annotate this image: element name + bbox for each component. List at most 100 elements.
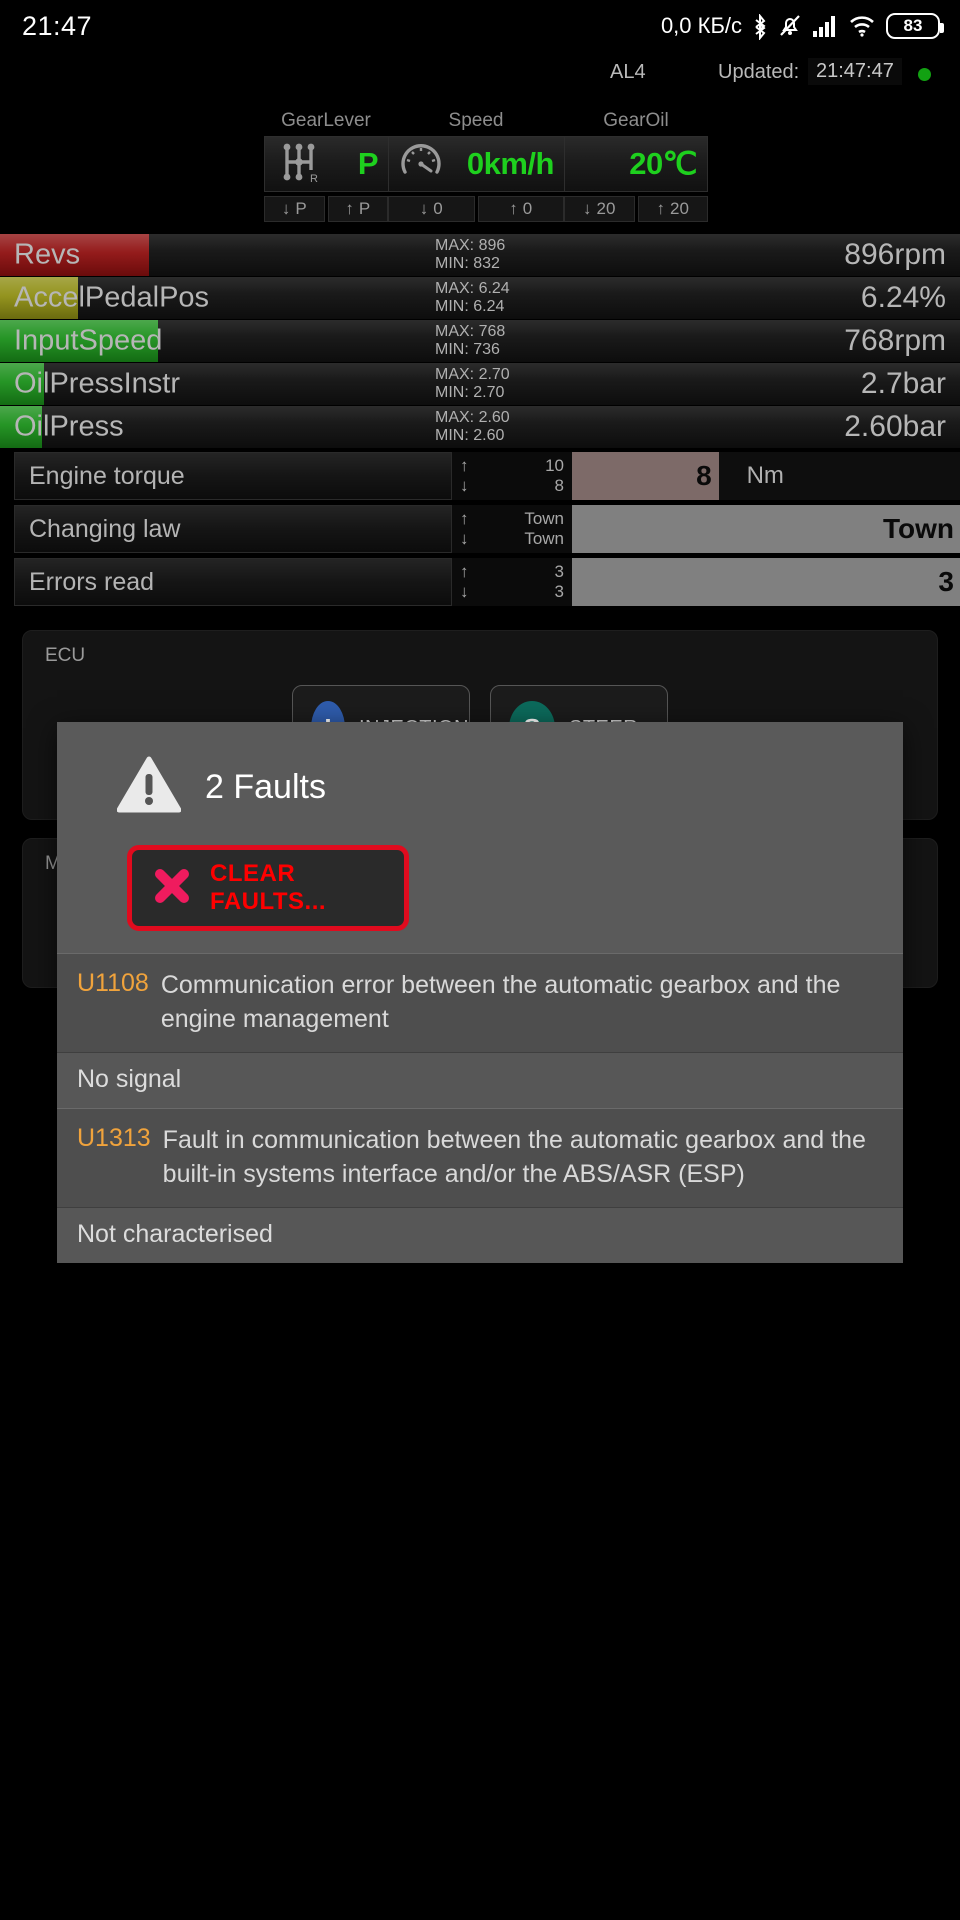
row-label: Changing law — [14, 505, 452, 553]
svg-text:R: R — [310, 173, 318, 184]
parameter-min: MIN: 2.60 — [435, 427, 505, 444]
row-label: Errors read — [14, 558, 452, 606]
parameter-name: InputSpeed — [14, 324, 163, 357]
gauge-title: GearOil — [603, 110, 669, 131]
parameter-max: MAX: 2.60 — [435, 409, 510, 426]
parameter-name: OilPressInstr — [14, 367, 180, 400]
parameter-name: AccelPedalPos — [14, 281, 210, 314]
table-row-errors-read[interactable]: Errors read ↑ 3 ↓ 3 3 — [0, 558, 960, 606]
arrow-up-icon: ↑ — [460, 562, 469, 581]
parameter-min: MIN: 2.70 — [435, 384, 505, 401]
ecu-panel-title: ECU — [45, 645, 86, 666]
ecu-name-label: AL4 — [610, 61, 646, 83]
dialog-title: 2 Faults — [205, 768, 326, 806]
parameter-minmax: MAX: 2.60 MIN: 2.60 — [435, 409, 510, 445]
row-max: 10 — [545, 456, 564, 475]
warning-triangle-icon — [116, 756, 182, 819]
fault-status: No signal — [57, 1053, 903, 1108]
gear-lever-icon: R — [279, 140, 319, 189]
row-unit: Nm — [746, 462, 784, 489]
parameter-max: MAX: 6.24 — [435, 280, 510, 297]
parameter-minmax: MAX: 2.70 MIN: 2.70 — [435, 366, 510, 402]
battery-level-text: 83 — [903, 16, 923, 35]
gauge-title: GearLever — [281, 110, 371, 131]
fault-code: U1108 — [77, 969, 149, 997]
parameter-min: MIN: 832 — [435, 255, 500, 272]
row-minmax: ↑ Town ↓ Town — [452, 505, 572, 553]
clear-faults-label: CLEAR FAULTS... — [210, 860, 327, 915]
row-value: 3 — [938, 566, 954, 597]
arrow-down-icon: ↓ — [460, 529, 469, 548]
fault-description: Communication error between the automati… — [160, 971, 841, 1033]
signal-icon — [812, 14, 838, 38]
bluetooth-icon — [752, 14, 768, 40]
row-max: 3 — [554, 562, 564, 581]
parameter-minmax: MAX: 768 MIN: 736 — [435, 323, 505, 359]
gauge-value: P — [357, 146, 379, 181]
gauge-gearoil[interactable]: GearOil 20℃ ↓ 20 ↑ 20 — [564, 110, 708, 222]
header-info: AL4 Updated: 21:47:47 — [0, 58, 960, 88]
gauge-row: GearLever R P ↓ P ↑ P Speed 0km/h ↓ 0 ↑ … — [264, 110, 708, 222]
battery-icon: 83 — [886, 13, 944, 39]
parameter-bar-inputspeed[interactable]: InputSpeed MAX: 768 MIN: 736 768rpm — [0, 320, 960, 362]
parameter-name: Revs — [14, 238, 81, 271]
row-bar: 8 Nm — [572, 452, 960, 500]
gauge-speed[interactable]: Speed 0km/h ↓ 0 ↑ 0 — [388, 110, 564, 222]
arrow-up-icon: ↑ — [460, 456, 469, 475]
gauge-value: 0km/h — [466, 146, 555, 181]
fault-description: Fault in communication between the autom… — [162, 1126, 866, 1188]
row-min: Town — [524, 529, 564, 548]
faults-dialog: 2 Faults CLEAR FAULTS... U1108 Communica… — [57, 722, 903, 1263]
parameter-max: MAX: 2.70 — [435, 366, 510, 383]
app-screen: 21:47 0,0 КБ/с 83 AL4 Updated: 21:47:47 — [0, 0, 960, 1920]
parameter-minmax: MAX: 6.24 MIN: 6.24 — [435, 280, 510, 316]
row-bar: 3 — [572, 558, 960, 606]
parameter-max: MAX: 768 — [435, 323, 506, 340]
parameter-value: 2.60bar — [844, 410, 946, 443]
parameter-bar-accelpedalpos[interactable]: AccelPedalPos MAX: 6.24 MIN: 6.24 6.24% — [0, 277, 960, 319]
close-x-icon — [152, 866, 192, 911]
parameter-table: Engine torque ↑ 10 ↓ 8 8 Nm Changing law ↑… — [0, 452, 960, 611]
gauge-value: 20℃ — [629, 146, 697, 181]
parameter-bar-list: Revs MAX: 896 MIN: 832 896rpm AccelPedal… — [0, 234, 960, 449]
speedometer-icon — [399, 140, 443, 189]
parameter-value: 768rpm — [844, 324, 946, 357]
updated-time: 21:47:47 — [808, 58, 902, 85]
parameter-value: 896rpm — [844, 238, 946, 271]
arrow-down-icon: ↓ — [460, 582, 469, 601]
parameter-max: MAX: 896 — [435, 237, 506, 254]
gauge-max: ↑ 0 — [477, 196, 564, 222]
parameter-name: OilPress — [14, 410, 124, 443]
fault-item[interactable]: U1313 Fault in communication between the… — [57, 1108, 903, 1208]
clear-faults-button[interactable]: CLEAR FAULTS... — [127, 845, 409, 931]
gauge-title: Speed — [448, 110, 504, 131]
mute-icon — [778, 13, 802, 39]
gauge-max: ↑ 20 — [637, 196, 708, 222]
gauge-gearlever[interactable]: GearLever R P ↓ P ↑ P — [264, 110, 388, 222]
row-value: 8 — [696, 460, 712, 491]
table-row-engine-torque[interactable]: Engine torque ↑ 10 ↓ 8 8 Nm — [0, 452, 960, 500]
connection-status-dot — [918, 68, 931, 81]
row-min: 3 — [554, 582, 564, 601]
fault-list: U1108 Communication error between the au… — [57, 953, 903, 1263]
arrow-up-icon: ↑ — [460, 509, 469, 528]
parameter-bar-oilpressinstr[interactable]: OilPressInstr MAX: 2.70 MIN: 2.70 2.7bar — [0, 363, 960, 405]
network-speed-text: 0,0 КБ/с — [660, 13, 742, 38]
parameter-min: MIN: 6.24 — [435, 298, 505, 315]
status-bar: 21:47 0,0 КБ/с 83 — [0, 0, 960, 52]
fault-status: Not characterised — [57, 1208, 903, 1263]
parameter-bar-oilpress[interactable]: OilPress MAX: 2.60 MIN: 2.60 2.60bar — [0, 406, 960, 448]
row-max: Town — [524, 509, 564, 528]
row-minmax: ↑ 3 ↓ 3 — [452, 558, 572, 606]
gauge-min: ↓ P — [264, 196, 325, 222]
table-row-changing-law[interactable]: Changing law ↑ Town ↓ Town Town — [0, 505, 960, 553]
status-bar-clock: 21:47 — [22, 10, 93, 41]
parameter-bar-revs[interactable]: Revs MAX: 896 MIN: 832 896rpm — [0, 234, 960, 276]
parameter-value: 2.7bar — [860, 367, 946, 400]
row-value: Town — [882, 513, 954, 544]
gauge-min: ↓ 20 — [564, 196, 635, 222]
parameter-minmax: MAX: 896 MIN: 832 — [435, 237, 505, 273]
gauge-max: ↑ P — [327, 196, 388, 222]
fault-item[interactable]: U1108 Communication error between the au… — [57, 953, 903, 1053]
parameter-min: MIN: 736 — [435, 341, 500, 358]
